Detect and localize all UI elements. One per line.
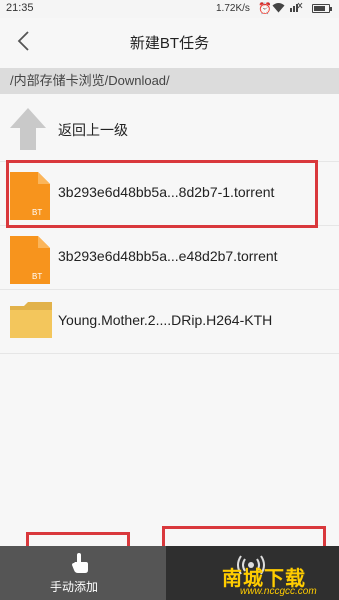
file-item[interactable]: BT 3b293e6d48bb5a...e48d2b7.torrent bbox=[0, 226, 339, 290]
file-name: 3b293e6d48bb5a...8d2b7-1.torrent bbox=[58, 184, 275, 200]
wifi-icon bbox=[272, 2, 285, 16]
file-item[interactable]: BT 3b293e6d48bb5a...8d2b7-1.torrent bbox=[0, 162, 339, 226]
net-speed: 1.72K/s bbox=[216, 3, 250, 14]
watermark-url: www.nccgcc.com bbox=[240, 586, 317, 597]
no-sim-icon bbox=[289, 2, 303, 16]
tap-hand-icon bbox=[72, 553, 88, 573]
bt-file-icon: BT bbox=[8, 170, 52, 227]
bt-badge: BT bbox=[32, 272, 43, 281]
bt-badge: BT bbox=[32, 208, 43, 217]
status-bar: 21:35 1.72K/s ⏰ bbox=[0, 0, 339, 18]
folder-name: Young.Mother.2....DRip.H264-KTH bbox=[58, 312, 273, 328]
alarm-icon: ⏰ bbox=[258, 3, 272, 15]
watermark-logo: 南城下载 www.nccgcc.com bbox=[222, 562, 334, 598]
battery-icon bbox=[312, 4, 332, 13]
folder-item[interactable]: Young.Mother.2....DRip.H264-KTH bbox=[0, 290, 339, 354]
manual-add-label: 手动添加 bbox=[50, 580, 99, 594]
manual-add-button[interactable]: 手动添加 bbox=[0, 546, 166, 600]
folder-icon bbox=[8, 298, 54, 347]
up-arrow-icon bbox=[8, 106, 48, 157]
go-up-item[interactable]: 返回上一级 bbox=[0, 98, 339, 162]
title-bar: 新建BT任务 bbox=[0, 18, 339, 64]
go-up-label: 返回上一级 bbox=[58, 122, 128, 138]
bt-file-icon: BT bbox=[8, 234, 52, 291]
page-title: 新建BT任务 bbox=[129, 35, 210, 52]
file-name: 3b293e6d48bb5a...e48d2b7.torrent bbox=[58, 248, 278, 264]
breadcrumb: /内部存储卡浏览/Download/ bbox=[0, 68, 339, 94]
status-time: 21:35 bbox=[6, 2, 34, 14]
